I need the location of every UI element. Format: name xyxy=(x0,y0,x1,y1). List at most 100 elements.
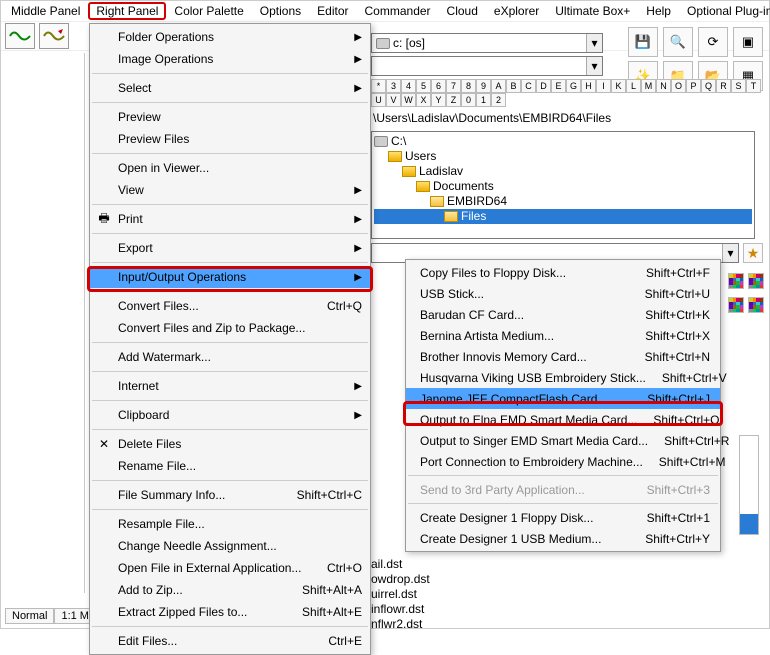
tool-wave-green[interactable] xyxy=(5,23,35,49)
view-grid-icon-2[interactable] xyxy=(748,273,764,289)
alpha-filter-N[interactable]: N xyxy=(656,79,671,93)
alpha-filter-*[interactable]: * xyxy=(371,79,386,93)
menu-item[interactable]: Add to Zip...Shift+Alt+A xyxy=(90,579,370,601)
alpha-filter-A[interactable]: A xyxy=(491,79,506,93)
menu-item[interactable]: Preview xyxy=(90,106,370,128)
menu-item[interactable]: Image Operations▶ xyxy=(90,48,370,70)
menu-help[interactable]: Help xyxy=(638,3,679,19)
tab-normal[interactable]: Normal xyxy=(5,608,54,624)
view-grid-icon-4[interactable] xyxy=(748,297,764,313)
alpha-filter-R[interactable]: R xyxy=(716,79,731,93)
alpha-filter-U[interactable]: U xyxy=(371,93,386,107)
alpha-filter-H[interactable]: H xyxy=(581,79,596,93)
tree-node[interactable]: Documents xyxy=(374,179,752,194)
submenu-item[interactable]: Bernina Artista Medium...Shift+Ctrl+X xyxy=(406,325,720,346)
menu-item[interactable]: Open File in External Application...Ctrl… xyxy=(90,557,370,579)
submenu-item[interactable]: Copy Files to Floppy Disk...Shift+Ctrl+F xyxy=(406,262,720,283)
view-grid-icon-1[interactable] xyxy=(728,273,744,289)
alpha-filter-V[interactable]: V xyxy=(386,93,401,107)
chevron-down-icon[interactable]: ▾ xyxy=(722,244,738,262)
menu-item[interactable]: File Summary Info...Shift+Ctrl+C xyxy=(90,484,370,506)
alpha-filter-P[interactable]: P xyxy=(686,79,701,93)
alpha-filter-D[interactable]: D xyxy=(536,79,551,93)
submenu-item[interactable]: Create Designer 1 Floppy Disk...Shift+Ct… xyxy=(406,507,720,528)
submenu-item[interactable]: Husqvarna Viking USB Embroidery Stick...… xyxy=(406,367,720,388)
alpha-filter-T[interactable]: T xyxy=(746,79,761,93)
submenu-item[interactable]: USB Stick...Shift+Ctrl+U xyxy=(406,283,720,304)
thumbnail-scroll[interactable] xyxy=(739,435,759,535)
submenu-item[interactable]: Create Designer 1 USB Medium...Shift+Ctr… xyxy=(406,528,720,549)
menu-item[interactable]: View▶ xyxy=(90,179,370,201)
tree-node[interactable]: Ladislav xyxy=(374,164,752,179)
menu-optional-plugins[interactable]: Optional Plug-ins xyxy=(679,3,770,19)
tool-wave-olive[interactable] xyxy=(39,23,69,49)
menu-item[interactable]: Change Needle Assignment... xyxy=(90,535,370,557)
alpha-filter-B[interactable]: B xyxy=(506,79,521,93)
menu-item[interactable]: Internet▶ xyxy=(90,375,370,397)
alpha-filter-Y[interactable]: Y xyxy=(431,93,446,107)
menu-right-panel[interactable]: Right Panel xyxy=(88,2,166,20)
menu-item[interactable]: Edit Files...Ctrl+E xyxy=(90,630,370,652)
alpha-filter-5[interactable]: 5 xyxy=(416,79,431,93)
menu-color-palette[interactable]: Color Palette xyxy=(166,3,251,19)
alpha-filter-E[interactable]: E xyxy=(551,79,566,93)
menu-middle-panel[interactable]: Middle Panel xyxy=(3,3,88,19)
alpha-filter-7[interactable]: 7 xyxy=(446,79,461,93)
tree-node[interactable]: C:\ xyxy=(374,134,752,149)
drive-combo[interactable]: c: [os] ▾ xyxy=(371,33,603,53)
menu-commander[interactable]: Commander xyxy=(357,3,439,19)
alpha-filter-X[interactable]: X xyxy=(416,93,431,107)
file-list-item[interactable]: owdrop.dst xyxy=(371,572,430,587)
menu-item[interactable]: Export▶ xyxy=(90,237,370,259)
menu-item[interactable]: Preview Files xyxy=(90,128,370,150)
path-bar[interactable]: \Users\Ladislav\Documents\EMBIRD64\Files xyxy=(371,111,761,129)
tree-node[interactable]: Users xyxy=(374,149,752,164)
menu-editor[interactable]: Editor xyxy=(309,3,356,19)
menu-ultimate-box[interactable]: Ultimate Box+ xyxy=(547,3,638,19)
submenu-item[interactable]: Output to Singer EMD Smart Media Card...… xyxy=(406,430,720,451)
alpha-filter-3[interactable]: 3 xyxy=(386,79,401,93)
submenu-item[interactable]: Janome JEF CompactFlash Card...Shift+Ctr… xyxy=(406,388,720,409)
file-list[interactable]: ail.dstowdrop.dstuirrel.dstinflowr.dstnf… xyxy=(371,557,430,632)
menu-options[interactable]: Options xyxy=(252,3,309,19)
menu-item[interactable]: Input/Output Operations▶ xyxy=(90,266,370,288)
alpha-filter-W[interactable]: W xyxy=(401,93,416,107)
alpha-filter-6[interactable]: 6 xyxy=(431,79,446,93)
menu-cloud[interactable]: Cloud xyxy=(439,3,486,19)
cascade-button[interactable]: ▣ xyxy=(733,27,763,57)
alpha-filter-1[interactable]: 1 xyxy=(476,93,491,107)
menu-item[interactable]: Add Watermark... xyxy=(90,346,370,368)
alpha-filter-Z[interactable]: Z xyxy=(446,93,461,107)
alpha-filter-K[interactable]: K xyxy=(611,79,626,93)
file-list-item[interactable]: uirrel.dst xyxy=(371,587,430,602)
menu-explorer[interactable]: eXplorer xyxy=(486,3,547,19)
alpha-filter-I[interactable]: I xyxy=(596,79,611,93)
tree-node[interactable]: EMBIRD64 xyxy=(374,194,752,209)
submenu-item[interactable]: Output to Elna EMD Smart Media Card...Sh… xyxy=(406,409,720,430)
menu-item[interactable]: 🖶Print▶ xyxy=(90,208,370,230)
menu-item[interactable]: Clipboard▶ xyxy=(90,404,370,426)
menu-item[interactable]: Folder Operations▶ xyxy=(90,26,370,48)
alpha-filter-O[interactable]: O xyxy=(671,79,686,93)
favorite-filter-button[interactable]: ★ xyxy=(743,243,763,263)
alpha-filter-4[interactable]: 4 xyxy=(401,79,416,93)
menu-item[interactable]: Open in Viewer... xyxy=(90,157,370,179)
menu-item[interactable]: Extract Zipped Files to...Shift+Alt+E xyxy=(90,601,370,623)
alpha-filter-0[interactable]: 0 xyxy=(461,93,476,107)
menu-item[interactable]: Rename File... xyxy=(90,455,370,477)
view-grid-icon-3[interactable] xyxy=(728,297,744,313)
menu-item[interactable]: ✕Delete Files xyxy=(90,433,370,455)
alpha-filter-S[interactable]: S xyxy=(731,79,746,93)
tree-node[interactable]: Files xyxy=(374,209,752,224)
submenu-item[interactable]: Brother Innovis Memory Card...Shift+Ctrl… xyxy=(406,346,720,367)
filter-secondary-combo[interactable]: ▾ xyxy=(371,56,603,76)
chevron-down-icon[interactable]: ▾ xyxy=(586,57,602,75)
folder-tree[interactable]: C:\UsersLadislavDocumentsEMBIRD64Files xyxy=(371,131,755,239)
menu-item[interactable]: Select▶ xyxy=(90,77,370,99)
alpha-filter-Q[interactable]: Q xyxy=(701,79,716,93)
alpha-filter-G[interactable]: G xyxy=(566,79,581,93)
zoom-in-button[interactable]: 🔍 xyxy=(663,27,693,57)
alpha-filter-8[interactable]: 8 xyxy=(461,79,476,93)
menu-item[interactable]: Convert Files and Zip to Package... xyxy=(90,317,370,339)
alpha-filter-L[interactable]: L xyxy=(626,79,641,93)
